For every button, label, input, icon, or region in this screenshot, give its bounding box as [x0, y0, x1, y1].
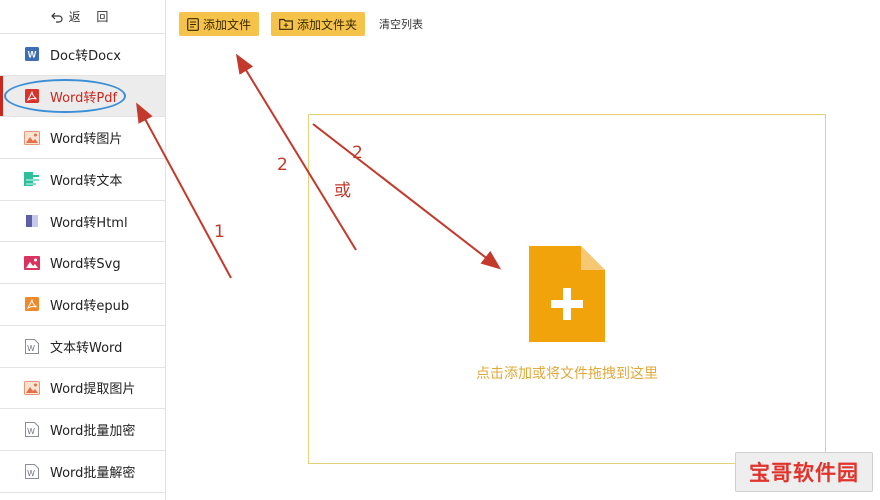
- svg-image-icon: [24, 255, 40, 271]
- sidebar-item-label: Word转图片: [50, 132, 123, 148]
- svg-text:W: W: [28, 50, 37, 60]
- toolbar: 添加文件 添加文件夹 清空列表: [179, 12, 423, 36]
- sidebar-item-doc-to-docx[interactable]: W Doc转Docx: [0, 34, 165, 76]
- back-label: 返 回: [68, 10, 115, 24]
- highlight-ring: [4, 78, 126, 113]
- sidebar-item-extract-images[interactable]: Word提取图片: [0, 368, 165, 410]
- svg-text:W: W: [27, 344, 35, 353]
- sidebar-item-label: Word批量加密: [50, 424, 136, 440]
- sidebar-item-batch-decrypt[interactable]: W Word批量解密: [0, 451, 165, 493]
- sidebar-item-label: Word转文本: [50, 173, 123, 189]
- sidebar-item-word-to-image[interactable]: Word转图片: [0, 117, 165, 160]
- add-folder-button[interactable]: 添加文件夹: [271, 12, 366, 36]
- watermark-text: 宝哥软件园: [749, 461, 859, 485]
- sidebar: 返 回 W Doc转Docx Word转Pdf Word转图片 Word转文本 …: [0, 0, 166, 500]
- word-doc-icon: W: [24, 46, 40, 62]
- clear-list-button[interactable]: 清空列表: [379, 16, 423, 32]
- svg-text:W: W: [27, 427, 35, 436]
- svg-text:W: W: [27, 469, 35, 478]
- sidebar-item-label: Word批量解密: [50, 465, 136, 481]
- sidebar-item-word-to-svg[interactable]: Word转Svg: [0, 242, 165, 285]
- sidebar-item-word-to-pdf[interactable]: Word转Pdf: [0, 75, 165, 118]
- sidebar-item-batch-encrypt[interactable]: W Word批量加密: [0, 409, 165, 451]
- file-list-icon: [187, 17, 199, 31]
- file-drop-zone[interactable]: 点击添加或将文件拖拽到这里: [308, 114, 826, 464]
- html-book-icon: [24, 213, 40, 229]
- sidebar-item-label: 文本转Word: [50, 340, 123, 356]
- extract-image-icon: [24, 380, 40, 396]
- back-arrow-icon: [50, 11, 63, 23]
- annotation-step-1: 1: [214, 222, 225, 242]
- add-file-label: 添加文件: [203, 17, 252, 32]
- sidebar-item-word-to-text[interactable]: Word转文本: [0, 159, 165, 201]
- sidebar-item-word-to-html[interactable]: Word转Html: [0, 201, 165, 243]
- word-outline-icon: W: [24, 463, 40, 479]
- sidebar-item-word-to-epub[interactable]: Word转epub: [0, 284, 165, 326]
- sidebar-item-label: Word转Html: [50, 215, 128, 231]
- add-file-button[interactable]: 添加文件: [179, 12, 260, 36]
- back-button[interactable]: 返 回: [0, 0, 165, 34]
- epub-icon: [24, 296, 40, 312]
- add-folder-label: 添加文件夹: [297, 17, 358, 32]
- annotation-step-2a: 2: [277, 155, 288, 175]
- sidebar-item-label: Word提取图片: [50, 382, 136, 398]
- text-doc-icon: [24, 171, 40, 187]
- word-outline-icon: W: [24, 338, 40, 354]
- watermark-logo: 宝哥软件园: [735, 452, 873, 492]
- sidebar-item-label: Word转epub: [50, 298, 130, 314]
- sidebar-item-label: Doc转Docx: [50, 48, 121, 64]
- image-icon: [24, 130, 40, 146]
- sidebar-item-label: Word转Svg: [50, 257, 121, 273]
- annotation-step-2b: 2: [352, 143, 363, 163]
- sidebar-item-text-to-word[interactable]: W 文本转Word: [0, 326, 165, 368]
- drop-zone-hint: 点击添加或将文件拖拽到这里: [476, 366, 658, 382]
- add-file-icon[interactable]: [529, 246, 605, 346]
- annotation-or: 或: [334, 181, 351, 201]
- word-outline-icon: W: [24, 422, 40, 438]
- folder-add-icon: [279, 18, 293, 30]
